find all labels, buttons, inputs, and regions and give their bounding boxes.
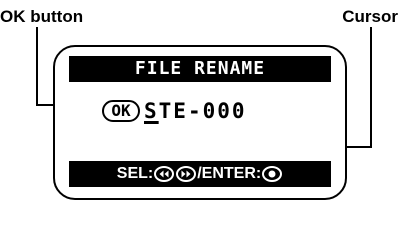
sel-label: SEL: bbox=[116, 165, 154, 182]
ok-button[interactable]: OK bbox=[102, 100, 140, 122]
screen-title: FILE RENAME bbox=[69, 56, 331, 82]
rewind-button-icon bbox=[154, 166, 175, 182]
filename-remainder: TE-000 bbox=[158, 99, 247, 123]
record-button-icon bbox=[262, 166, 283, 182]
help-bar: SEL: / ENTER: bbox=[69, 161, 331, 187]
fast-forward-button-icon bbox=[176, 166, 197, 182]
enter-label: ENTER: bbox=[201, 165, 262, 182]
filename-field[interactable]: STE-000 bbox=[144, 98, 247, 124]
lcd-screen: FILE RENAME OK STE-000 SEL: / ENTER: bbox=[53, 45, 347, 200]
cursor-character: S bbox=[144, 99, 159, 123]
